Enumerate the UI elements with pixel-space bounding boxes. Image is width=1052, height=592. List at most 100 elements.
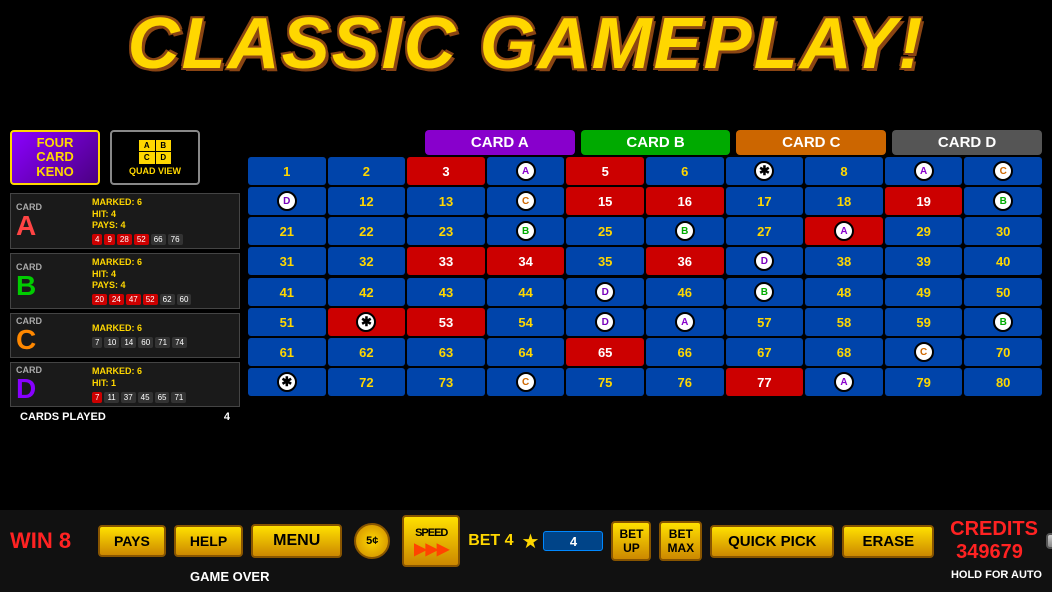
cell-9[interactable]: A (885, 157, 963, 185)
card-b-numbers: 20 24 47 52 62 60 (92, 294, 234, 305)
cell-38[interactable]: 38 (805, 247, 883, 275)
cell-47[interactable]: B (726, 278, 804, 306)
card-b-num-4: 52 (143, 294, 158, 305)
cell-15[interactable]: 15 (566, 187, 644, 215)
cell-26[interactable]: B (646, 217, 724, 245)
cell-23[interactable]: 23 (407, 217, 485, 245)
cell-80[interactable]: 80 (964, 368, 1042, 396)
cell-78[interactable]: A (805, 368, 883, 396)
cell-6[interactable]: 6 (646, 157, 724, 185)
cell-68[interactable]: 68 (805, 338, 883, 366)
cell-20[interactable]: B (964, 187, 1042, 215)
cell-56[interactable]: A (646, 308, 724, 336)
cell-52[interactable]: ✱ (328, 308, 406, 336)
cell-50[interactable]: 50 (964, 278, 1042, 306)
cell-61[interactable]: 61 (248, 338, 326, 366)
cell-1[interactable]: 1 (248, 157, 326, 185)
cell-36[interactable]: 36 (646, 247, 724, 275)
pays-button[interactable]: PAYS (98, 525, 166, 557)
cell-55[interactable]: D (566, 308, 644, 336)
bet-max-button[interactable]: BETMAX (659, 521, 702, 562)
card-b-letter: B (16, 272, 36, 300)
help-button[interactable]: HELP (174, 525, 243, 557)
cell-64[interactable]: 64 (487, 338, 565, 366)
cell-53[interactable]: 53 (407, 308, 485, 336)
cell-45[interactable]: D (566, 278, 644, 306)
cell-16[interactable]: 16 (646, 187, 724, 215)
cell-22[interactable]: 22 (328, 217, 406, 245)
cell-72[interactable]: 72 (328, 368, 406, 396)
card-c-info: CARD C MARKED: 6 7 10 14 60 71 74 (10, 313, 240, 358)
card-c-num-6: 74 (172, 337, 187, 348)
cell-14[interactable]: C (487, 187, 565, 215)
cell-71[interactable]: ✱ (248, 368, 326, 396)
cell-58[interactable]: 58 (805, 308, 883, 336)
cell-10[interactable]: C (964, 157, 1042, 185)
cell-73[interactable]: 73 (407, 368, 485, 396)
cell-57[interactable]: 57 (726, 308, 804, 336)
cell-46[interactable]: 46 (646, 278, 724, 306)
cell-37[interactable]: D (726, 247, 804, 275)
cell-39[interactable]: 39 (885, 247, 963, 275)
cell-33[interactable]: 33 (407, 247, 485, 275)
cell-67[interactable]: 67 (726, 338, 804, 366)
cell-40[interactable]: 40 (964, 247, 1042, 275)
cell-12[interactable]: 12 (328, 187, 406, 215)
speed-button[interactable]: SPEED ▶▶▶ (402, 515, 460, 567)
cell-8[interactable]: 8 (805, 157, 883, 185)
cell-70[interactable]: 70 (964, 338, 1042, 366)
cell-29[interactable]: 29 (885, 217, 963, 245)
cell-13[interactable]: 13 (407, 187, 485, 215)
card-d-num-2: 11 (104, 392, 118, 403)
cell-60[interactable]: B (964, 308, 1042, 336)
cell-49[interactable]: 49 (885, 278, 963, 306)
win-display: WIN 8 (10, 528, 90, 554)
cell-51[interactable]: 51 (248, 308, 326, 336)
cell-43[interactable]: 43 (407, 278, 485, 306)
cell-19[interactable]: 19 (885, 187, 963, 215)
cell-24[interactable]: B (487, 217, 565, 245)
cell-21[interactable]: 21 (248, 217, 326, 245)
cell-2[interactable]: 2 (328, 157, 406, 185)
cell-42[interactable]: 42 (328, 278, 406, 306)
cell-18[interactable]: 18 (805, 187, 883, 215)
cell-3[interactable]: 3 (407, 157, 485, 185)
cell-59[interactable]: 59 (885, 308, 963, 336)
cell-25[interactable]: 25 (566, 217, 644, 245)
cell-17[interactable]: 17 (726, 187, 804, 215)
cell-62[interactable]: 62 (328, 338, 406, 366)
cell-4[interactable]: A (487, 157, 565, 185)
cell-34[interactable]: 34 (487, 247, 565, 275)
hold-auto-button[interactable] (1046, 533, 1052, 549)
cell-77[interactable]: 77 (726, 368, 804, 396)
cell-30[interactable]: 30 (964, 217, 1042, 245)
cell-54[interactable]: 54 (487, 308, 565, 336)
quad-view-logo: A B C D QUAD VIEW (110, 130, 200, 185)
cell-11[interactable]: D (248, 187, 326, 215)
cell-5[interactable]: 5 (566, 157, 644, 185)
erase-button[interactable]: ERASE (842, 525, 934, 558)
cell-63[interactable]: 63 (407, 338, 485, 366)
cell-79[interactable]: 79 (885, 368, 963, 396)
cell-7[interactable]: ✱ (726, 157, 804, 185)
bet-up-button[interactable]: BETUP (611, 521, 651, 562)
cell-75[interactable]: 75 (566, 368, 644, 396)
cell-65[interactable]: 65 (566, 338, 644, 366)
cell-74[interactable]: C (487, 368, 565, 396)
left-panel: FOURCARDKENO A B C D QUAD VIEW CARD A MA… (10, 130, 240, 423)
menu-button[interactable]: MENU (251, 524, 342, 558)
page-title: CLASSIC GAMEPLAY! (0, 0, 1052, 86)
cell-69[interactable]: C (885, 338, 963, 366)
cell-41[interactable]: 41 (248, 278, 326, 306)
quick-pick-button[interactable]: QUICK PICK (710, 525, 834, 558)
cell-31[interactable]: 31 (248, 247, 326, 275)
cell-48[interactable]: 48 (805, 278, 883, 306)
cell-44[interactable]: 44 (487, 278, 565, 306)
cell-28[interactable]: A (805, 217, 883, 245)
cell-66[interactable]: 66 (646, 338, 724, 366)
cell-76[interactable]: 76 (646, 368, 724, 396)
card-b-num-5: 62 (160, 294, 175, 305)
cell-35[interactable]: 35 (566, 247, 644, 275)
cell-27[interactable]: 27 (726, 217, 804, 245)
cell-32[interactable]: 32 (328, 247, 406, 275)
